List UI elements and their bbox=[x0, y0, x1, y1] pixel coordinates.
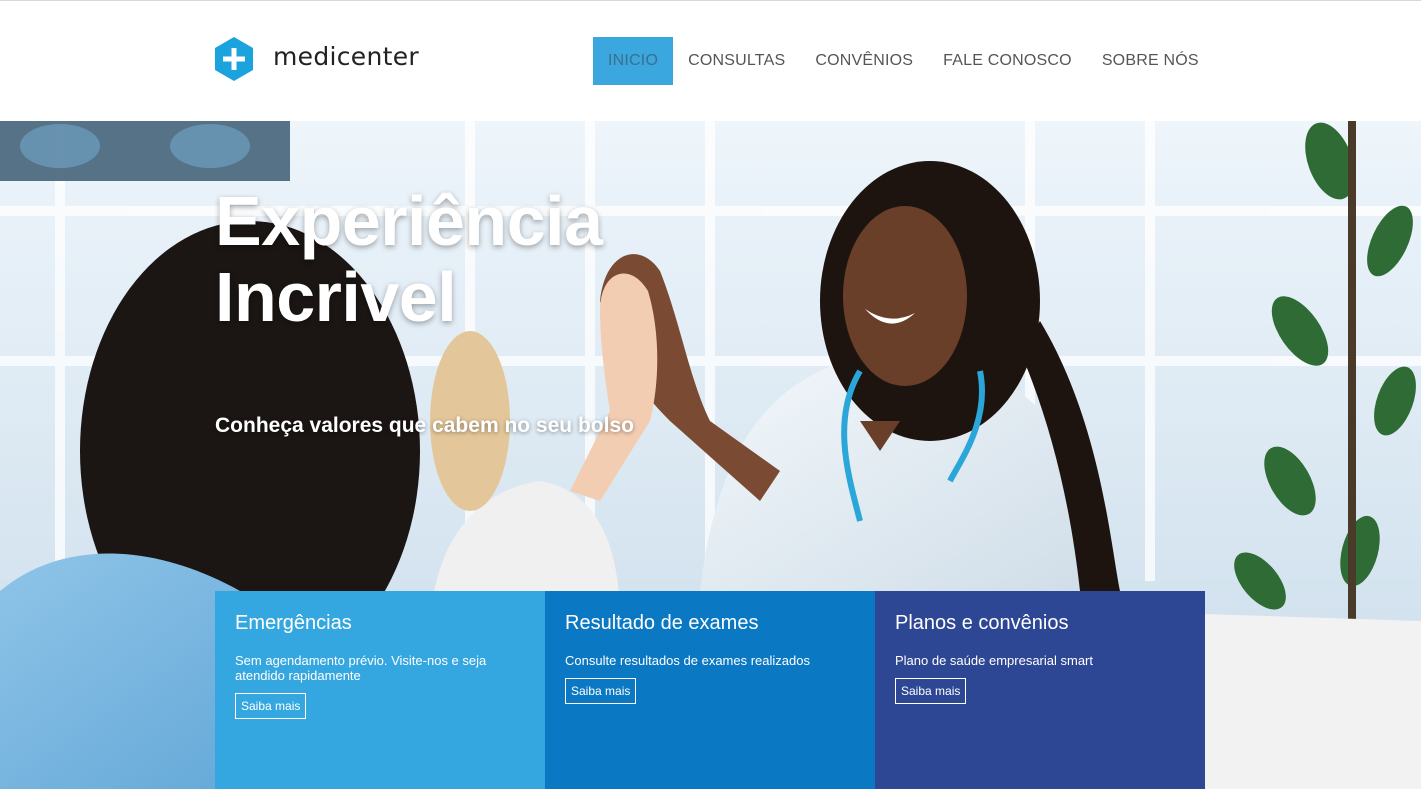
nav-item-fale-conosco[interactable]: FALE CONOSCO bbox=[928, 37, 1087, 85]
nav-item-inicio[interactable]: INICIO bbox=[593, 37, 674, 85]
saiba-mais-button[interactable]: Saiba mais bbox=[565, 678, 637, 704]
card-text: Plano de saúde empresarial smart bbox=[895, 653, 1093, 668]
hero-banner: Experiência Incrivel Conheça valores que… bbox=[0, 121, 1421, 789]
nav-item-sobre-nos[interactable]: SOBRE NÓS bbox=[1087, 37, 1214, 85]
card-emergencias: Emergências Sem agendamento prévio. Visi… bbox=[215, 591, 545, 789]
nav-item-consultas[interactable]: CONSULTAS bbox=[673, 37, 800, 85]
saiba-mais-button[interactable]: Saiba mais bbox=[895, 678, 967, 704]
feature-cards: Emergências Sem agendamento prévio. Visi… bbox=[215, 591, 1205, 789]
hero-subtitle: Conheça valores que cabem no seu bolso bbox=[215, 414, 634, 437]
plus-hexagon-icon bbox=[215, 37, 253, 81]
card-resultado-exames: Resultado de exames Consulte resultados … bbox=[545, 591, 875, 789]
card-planos-convenios: Planos e convênios Plano de saúde empres… bbox=[875, 591, 1205, 789]
card-title: Resultado de exames bbox=[565, 612, 759, 634]
brand-logo-link[interactable]: medicenter bbox=[215, 37, 419, 81]
main-nav: INICIO CONSULTAS CONVÊNIOS FALE CONOSCO … bbox=[593, 37, 1214, 85]
brand-name: medicenter bbox=[273, 41, 419, 71]
card-text: Consulte resultados de exames realizados bbox=[565, 653, 810, 668]
site-header: medicenter INICIO CONSULTAS CONVÊNIOS FA… bbox=[0, 1, 1421, 121]
card-title: Emergências bbox=[235, 612, 352, 634]
saiba-mais-button[interactable]: Saiba mais bbox=[235, 693, 307, 719]
card-text: Sem agendamento prévio. Visite-nos e sej… bbox=[235, 653, 487, 683]
hero-title: Experiência Incrivel bbox=[215, 182, 603, 336]
nav-item-convenios[interactable]: CONVÊNIOS bbox=[800, 37, 928, 85]
card-title: Planos e convênios bbox=[895, 612, 1069, 634]
